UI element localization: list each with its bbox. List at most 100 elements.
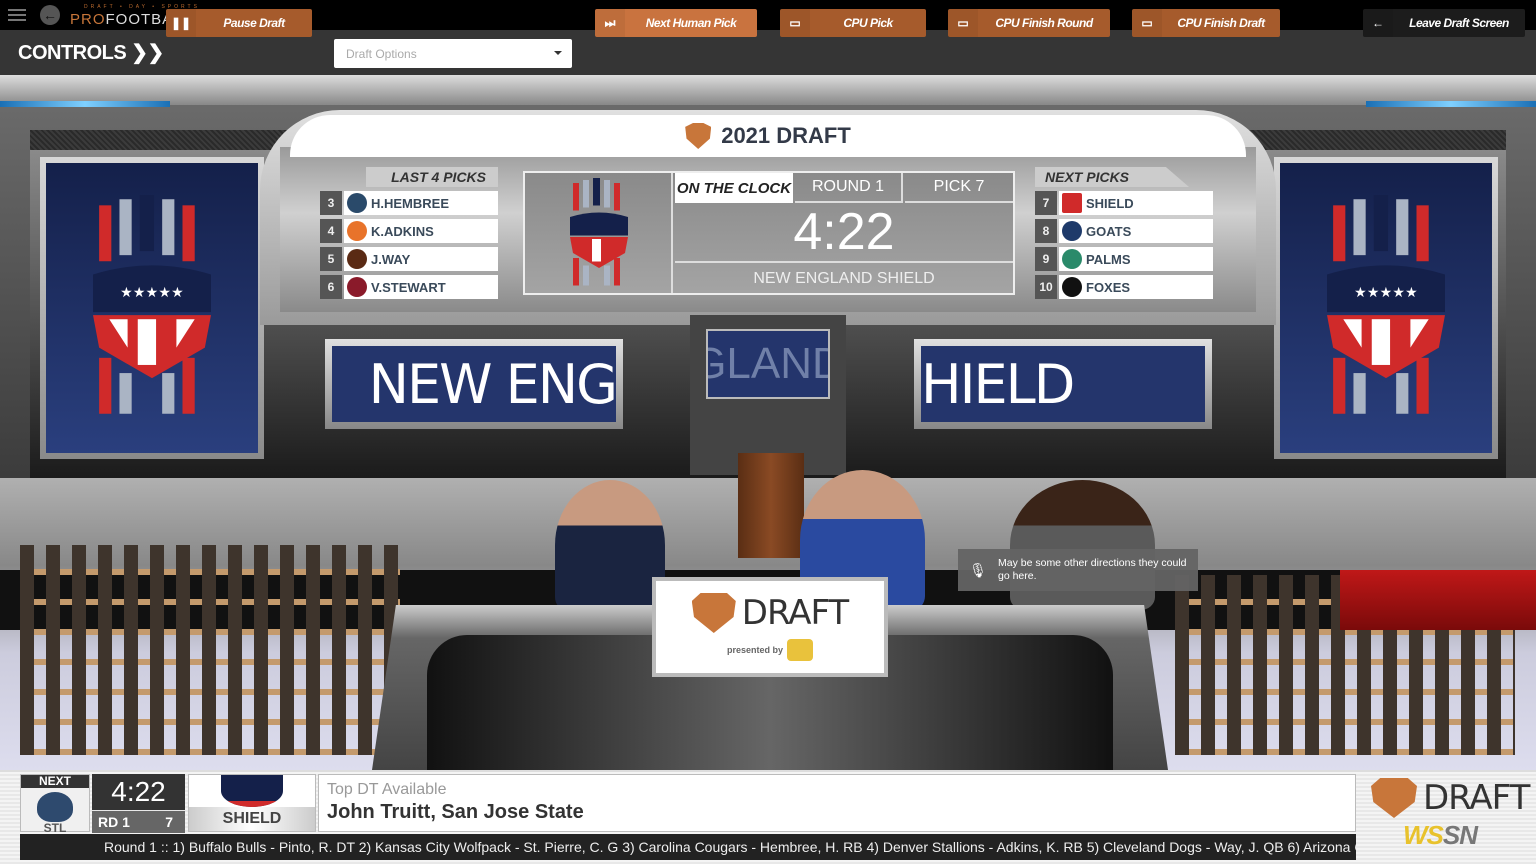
last-picks-panel: LAST 4 PICKS 3 H.HEMBREE 4 K.ADKINS 5 J.WAY…	[320, 167, 498, 299]
computer-icon: ▭	[948, 9, 978, 37]
pick-number: 10	[1035, 275, 1057, 299]
arrow-left-icon: ←	[1363, 9, 1393, 37]
sponsor-logo-icon	[787, 639, 814, 661]
chevron-down-icon	[554, 51, 562, 55]
draft-shield-icon	[691, 593, 736, 633]
player-name: J.WAY	[371, 251, 411, 267]
pick-number: 3	[320, 191, 342, 215]
team-banner-left: ★★★★★	[40, 157, 264, 459]
last-picks-header: LAST 4 PICKS	[344, 167, 498, 187]
shield-team-logo	[221, 775, 283, 807]
draft-title-text: 2021 DRAFT	[721, 123, 851, 148]
computer-icon: ▭	[780, 9, 810, 37]
team-name: GOATS	[1086, 223, 1132, 239]
next-human-pick-button[interactable]: ⏭ Next Human Pick	[595, 9, 757, 37]
draft-shield-icon	[685, 123, 712, 149]
cpu-finish-draft-label: CPU Finish Draft	[1177, 16, 1265, 30]
team-name: PALMS	[1086, 251, 1131, 267]
brand-draft-title: DRAFT	[1423, 778, 1530, 818]
stage-top-frame	[0, 75, 1536, 105]
pick-number: 5	[320, 247, 342, 271]
pause-icon: ❚❚	[166, 9, 196, 37]
draft-options-placeholder: Draft Options	[346, 46, 417, 61]
pick-row: 3 H.HEMBREE	[320, 191, 498, 215]
next-label: NEXT	[21, 775, 89, 788]
pause-draft-button[interactable]: ❚❚ Pause Draft	[166, 9, 312, 37]
on-clock-team-logo	[525, 173, 673, 293]
leave-draft-screen-button[interactable]: ← Leave Draft Screen	[1363, 9, 1525, 37]
draft-shield-icon	[1371, 778, 1417, 818]
bottom-ticker-bar: NEXT STL 4:22 RD 1 7 SHIELD Top DT Availa…	[0, 770, 1536, 864]
team-name-screen-left: NEW ENG	[325, 339, 623, 429]
pick-row: 4 K.ADKINS	[320, 219, 498, 243]
cpu-finish-round-button[interactable]: ▭ CPU Finish Round	[948, 9, 1110, 37]
cpu-pick-button[interactable]: ▭ CPU Pick	[780, 9, 926, 37]
next-team-box: NEXT STL	[20, 774, 90, 835]
team-name: FOXES	[1086, 279, 1131, 295]
team-name-screen-right: HIELD	[914, 339, 1212, 429]
red-stairs	[1340, 570, 1536, 630]
ticker-team-box: SHIELD	[188, 774, 316, 832]
pick-row: 6 V.STEWART	[320, 275, 498, 299]
paw-team-icon	[347, 249, 367, 269]
wssn-logo: WSSN	[1403, 820, 1536, 851]
network-brand: DRAFT WSSN	[1365, 774, 1536, 864]
player-name: V.STEWART	[371, 279, 446, 295]
goat-team-icon	[1062, 221, 1082, 241]
desk-sign-title: DRAFT	[741, 593, 849, 633]
pick-row: 8 GOATS	[1035, 219, 1213, 243]
top-available-box: Top DT Available John Truitt, San Jose S…	[318, 774, 1356, 832]
center-monitor: GLAND	[690, 315, 846, 475]
team-banner-right: ★★★★★	[1274, 157, 1498, 459]
controls-title: CONTROLS ❯❯	[18, 42, 164, 64]
shield-team-logo: ★★★★★	[93, 195, 211, 414]
stallion-team-icon	[347, 221, 367, 241]
cpu-finish-draft-button[interactable]: ▭ CPU Finish Draft	[1132, 9, 1280, 37]
player-name: H.HEMBREE	[371, 195, 450, 211]
stage-light-left	[0, 101, 170, 107]
back-arrow-icon[interactable]: ←	[40, 5, 60, 25]
top-available-label: Top DT Available	[327, 781, 447, 798]
wssn-logo-a: WS	[1403, 820, 1444, 850]
ticker-clock: 4:22 RD 1 7	[92, 774, 185, 833]
draft-clock: 4:22	[675, 203, 1013, 263]
leave-draft-screen-label: Leave Draft Screen	[1409, 16, 1509, 30]
shield-team-icon	[1062, 193, 1082, 213]
palm-team-icon	[1062, 249, 1082, 269]
snake-team-icon	[347, 277, 367, 297]
cpu-finish-round-label: CPU Finish Round	[995, 16, 1093, 30]
draft-results-ticker: Round 1 :: 1) Buffalo Bulls - Pinto, R. …	[20, 834, 1356, 860]
center-monitor-text: GLAND	[706, 329, 830, 399]
wssn-logo-b: SN	[1442, 820, 1478, 850]
cpu-pick-label: CPU Pick	[843, 16, 893, 30]
player-name: K.ADKINS	[371, 223, 434, 239]
on-the-clock-label: ON THE CLOCK	[675, 173, 793, 203]
team-name-scroll-text: HIELD	[921, 346, 1205, 422]
ticker-clock-time: 4:22	[92, 774, 185, 810]
ticker-round: RD 1	[98, 814, 130, 830]
desk-draft-sign: DRAFT presented by	[652, 577, 888, 677]
shield-team-logo: ★★★★★	[1327, 195, 1445, 414]
pick-row: 10 FOXES	[1035, 275, 1213, 299]
round-label: ROUND 1	[795, 173, 903, 203]
pick-number: 6	[320, 275, 342, 299]
ticker-team-name: SHIELD	[189, 807, 315, 831]
bear-team-icon	[347, 193, 367, 213]
next-human-pick-label: Next Human Pick	[645, 16, 737, 30]
next-team-abbr: STL	[43, 821, 67, 835]
next-picks-header: NEXT PICKS	[1035, 167, 1189, 187]
on-clock-team-name: NEW ENGLAND SHIELD	[753, 270, 935, 287]
draft-title: 2021 DRAFT	[290, 115, 1246, 157]
fast-forward-icon: ⏭	[595, 9, 625, 37]
podium	[738, 453, 804, 558]
svg-text:★★★★★: ★★★★★	[1354, 285, 1418, 301]
hamburger-menu-icon[interactable]	[8, 9, 26, 21]
audience-left	[20, 545, 400, 755]
computer-icon: ▭	[1132, 9, 1162, 37]
on-the-clock-panel: ON THE CLOCK ROUND 1 PICK 7 4:22 NEW ENG…	[523, 171, 1015, 295]
draft-options-select[interactable]: Draft Options	[334, 39, 572, 68]
ticker-pick: 7	[165, 814, 173, 830]
helmet-icon	[37, 792, 73, 822]
commentator-left	[555, 480, 665, 610]
commentary-text: May be some other directions they could …	[998, 557, 1187, 582]
